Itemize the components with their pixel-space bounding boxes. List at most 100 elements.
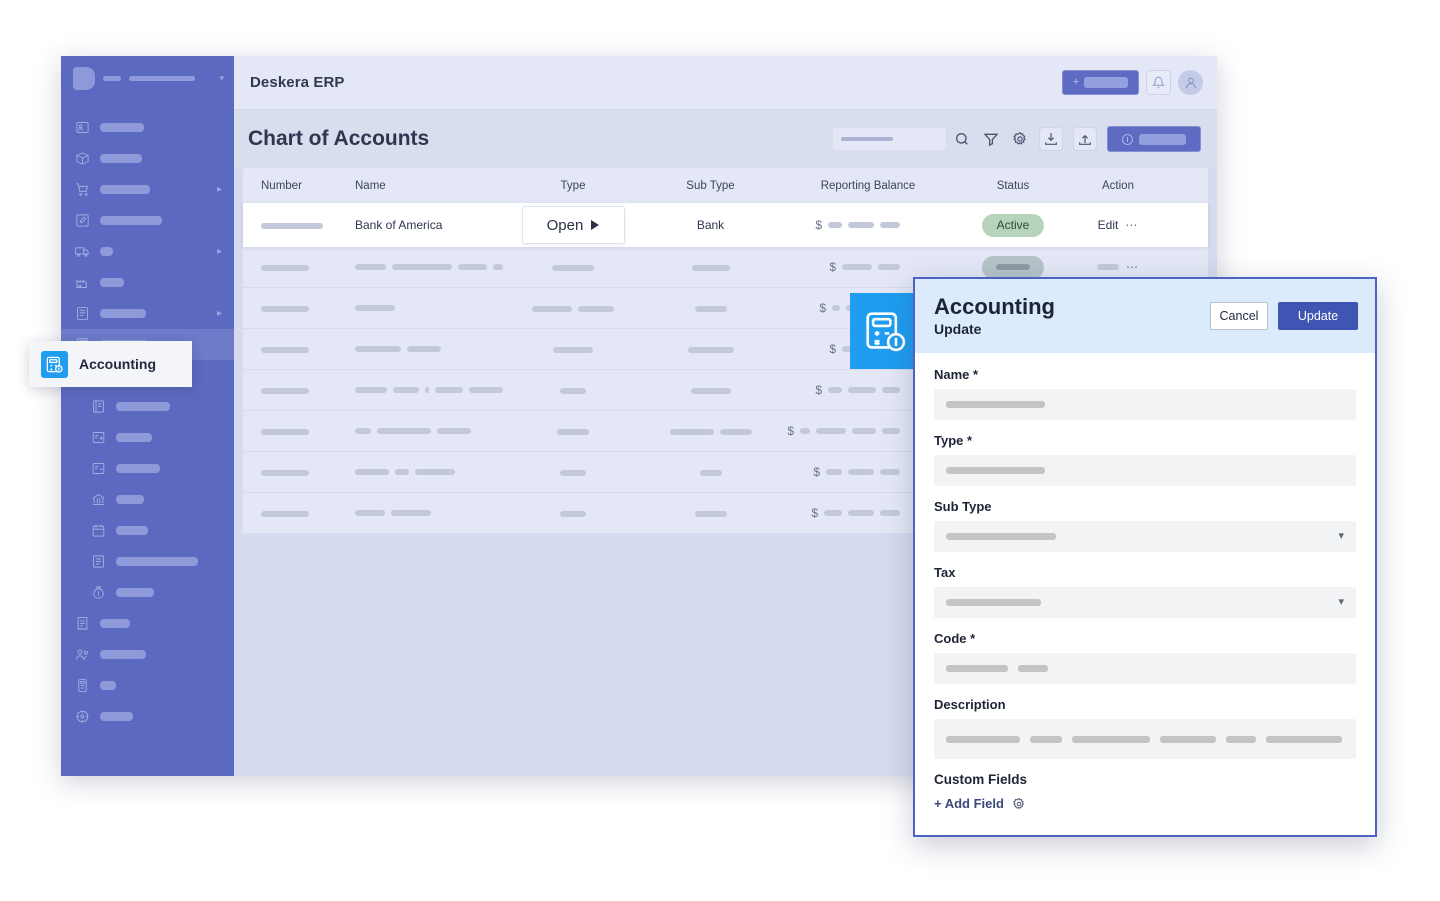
sidebar-item-10[interactable] — [61, 422, 234, 453]
upload-icon[interactable] — [1073, 127, 1097, 151]
column-header-name: Name — [355, 179, 386, 192]
search-box[interactable] — [833, 128, 971, 150]
floating-accounting-icon — [850, 293, 921, 369]
field-value-placeholder — [946, 599, 1041, 606]
invoice-icon — [75, 616, 90, 631]
topbar-add-button[interactable]: + — [1062, 70, 1139, 95]
sidebar-item-11[interactable] — [61, 453, 234, 484]
open-button[interactable]: Open — [521, 206, 625, 244]
cell-subtype: Bank — [696, 218, 725, 232]
add-field-row[interactable]: + Add Field — [934, 796, 1356, 811]
field-input-0[interactable] — [934, 389, 1356, 420]
chevron-right-icon[interactable]: ▸ — [217, 184, 222, 195]
field-input-2[interactable]: ▾ — [934, 521, 1356, 552]
open-button-label: Open — [546, 216, 584, 234]
sidebar-item-label-placeholder — [100, 619, 130, 628]
sidebar-item-12[interactable] — [61, 484, 234, 515]
sidebar-item-1[interactable] — [61, 143, 234, 174]
cart-icon — [75, 182, 90, 197]
edit-doc-icon — [75, 213, 90, 228]
cell-status — [958, 255, 1068, 279]
update-button[interactable]: Update — [1278, 302, 1358, 330]
logo-text-placeholder-1 — [103, 75, 121, 81]
avatar[interactable] — [1178, 70, 1203, 95]
cell-type — [503, 342, 643, 356]
search-icon[interactable] — [952, 130, 971, 149]
cell-type — [503, 465, 643, 479]
sidebar-item-19[interactable] — [61, 701, 234, 732]
add-field-label[interactable]: + Add Field — [934, 796, 1004, 811]
page-primary-button[interactable] — [1107, 126, 1201, 152]
report-icon — [91, 554, 106, 569]
chevron-down-icon[interactable]: ▾ — [1338, 531, 1344, 542]
field-value-placeholder — [946, 467, 1045, 474]
more-horizontal-icon[interactable]: ⋯ — [1126, 260, 1139, 274]
sidebar-item-3[interactable] — [61, 205, 234, 236]
sidebar-logo[interactable]: ▾ — [61, 56, 234, 100]
page-title: Chart of Accounts — [248, 127, 430, 150]
field-label-3: Tax — [934, 565, 956, 580]
user-avatar-icon — [1185, 77, 1196, 88]
notification-button[interactable] — [1146, 70, 1171, 95]
sidebar-item-2[interactable]: ▸ — [61, 174, 234, 205]
cell-action: ⋯ — [1068, 260, 1168, 274]
sidebar-item-13[interactable] — [61, 515, 234, 546]
cell-subtype — [643, 506, 778, 520]
cancel-button[interactable]: Cancel — [1210, 302, 1268, 330]
download-icon[interactable] — [1039, 127, 1063, 151]
column-header-status: Status — [996, 179, 1030, 192]
topbar-add-label-placeholder — [1084, 77, 1129, 88]
field-input-5[interactable] — [934, 719, 1356, 759]
calculator-icon — [866, 311, 906, 351]
cell-subtype — [643, 465, 778, 479]
sidebar-item-4[interactable]: ▸ — [61, 236, 234, 267]
modal-title: Accounting — [934, 293, 1055, 319]
sidebar-item-5[interactable] — [61, 267, 234, 298]
sidebar-item-16[interactable] — [61, 608, 234, 639]
sidebar-item-label-placeholder — [100, 278, 124, 287]
money-bag-icon — [91, 585, 106, 600]
sidebar-item-label-placeholder — [100, 185, 150, 194]
filter-icon[interactable] — [981, 130, 1000, 149]
cell-balance: $ — [778, 218, 958, 232]
cell-number — [243, 301, 355, 315]
sidebar-item-14[interactable] — [61, 546, 234, 577]
info-circle-icon — [1122, 133, 1133, 145]
sidebar-item-18[interactable] — [61, 670, 234, 701]
cell-number — [243, 218, 355, 232]
page-toolbar — [833, 126, 1201, 152]
sidebar-item-17[interactable] — [61, 639, 234, 670]
cell-name: Bank of America — [355, 218, 443, 232]
more-horizontal-icon[interactable]: ⋯ — [1125, 218, 1138, 232]
field-input-3[interactable]: ▾ — [934, 587, 1356, 618]
field-label-2: Sub Type — [934, 499, 992, 514]
chevron-down-icon[interactable]: ▾ — [219, 73, 224, 83]
chevron-right-icon[interactable]: ▸ — [217, 246, 222, 257]
column-header-type: Type — [560, 179, 586, 192]
sidebar-item-label-placeholder — [100, 712, 133, 721]
topbar-actions: + — [1062, 70, 1203, 95]
book-icon — [91, 399, 106, 414]
chevron-down-icon[interactable]: ▾ — [1338, 597, 1344, 608]
cell-name — [355, 305, 503, 311]
table-header-row: Number Name Type Sub Type Reporting Bala… — [243, 168, 1208, 203]
gear-icon[interactable] — [1010, 130, 1029, 149]
sidebar-item-6[interactable]: ▸ — [61, 298, 234, 329]
sidebar-item-9[interactable] — [61, 391, 234, 422]
sidebar-item-0[interactable] — [61, 112, 234, 143]
chevron-right-icon[interactable]: ▸ — [217, 308, 222, 319]
field-input-4[interactable] — [934, 653, 1356, 684]
sidebar-item-15[interactable] — [61, 577, 234, 608]
calendar-icon — [91, 523, 106, 538]
cell-type — [503, 301, 643, 315]
table-row[interactable]: Bank of America Open Bank $ Active Edit … — [243, 203, 1208, 247]
accounting-update-modal: Accounting Update Cancel Update Name * Ty… — [913, 277, 1377, 837]
accounting-tooltip[interactable]: Accounting — [29, 341, 192, 387]
cell-status: Active — [958, 213, 1068, 237]
field-input-1[interactable] — [934, 455, 1356, 486]
edit-link[interactable]: Edit — [1098, 218, 1119, 232]
search-input[interactable] — [833, 128, 946, 150]
field-label-1: Type * — [934, 433, 973, 448]
field-value-placeholder — [946, 735, 1020, 743]
gear-icon[interactable] — [1012, 797, 1026, 811]
